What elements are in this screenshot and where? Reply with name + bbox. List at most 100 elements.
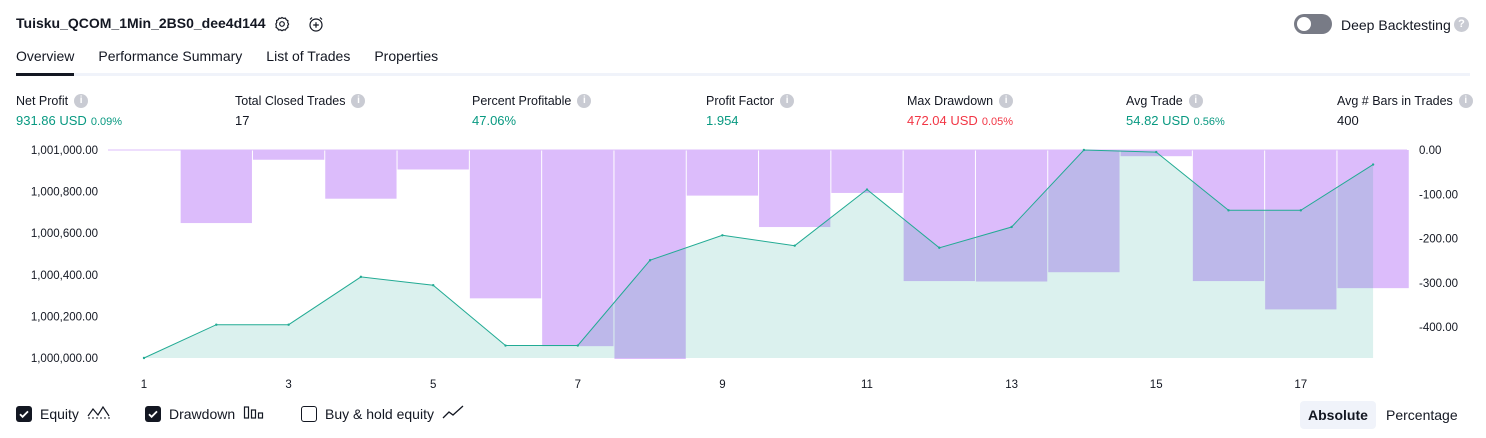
- equity-point: [1227, 209, 1230, 212]
- info-icon[interactable]: i: [351, 94, 366, 108]
- drawdown-bar: [397, 150, 469, 170]
- equity-point: [1082, 148, 1086, 152]
- info-icon[interactable]: i: [1188, 94, 1203, 108]
- equity-point: [215, 323, 218, 326]
- equity-point: [938, 246, 941, 249]
- metric-value: 931.86 USD: [16, 113, 87, 128]
- metric-net-profit: Net Profit i 931.86 USD 0.09%: [16, 94, 122, 128]
- equity-point: [1010, 225, 1013, 229]
- legend-label: Buy & hold equity: [325, 405, 434, 422]
- buy-hold-checkbox[interactable]: [301, 405, 317, 422]
- right-axis-tick-label: -100.00: [1419, 189, 1458, 201]
- info-icon[interactable]: i: [999, 94, 1014, 108]
- x-axis-tick-label: 15: [1150, 379, 1163, 391]
- report-tabs: Overview Performance Summary List of Tra…: [16, 48, 462, 76]
- metric-label: Profit Factor: [706, 94, 775, 108]
- settings-gear-icon[interactable]: [273, 15, 291, 33]
- x-axis-tick-label: 7: [575, 379, 581, 391]
- equity-point: [1371, 163, 1375, 166]
- equity-point: [793, 244, 796, 247]
- equity-point: [432, 284, 435, 287]
- equity-point: [1155, 150, 1158, 154]
- left-axis-tick-label: 1,001,000.00: [31, 145, 98, 157]
- equity-point: [865, 188, 869, 191]
- metric-percent: 0.09%: [90, 116, 123, 128]
- deep-backtesting-label: Deep Backtesting: [1341, 17, 1451, 33]
- tab-overview[interactable]: Overview: [16, 48, 75, 76]
- equity-point: [142, 356, 146, 360]
- x-axis-tick-label: 13: [1005, 379, 1018, 391]
- absolute-button[interactable]: Absolute: [1300, 401, 1376, 429]
- info-icon[interactable]: i: [74, 94, 89, 108]
- right-axis-tick-label: -200.00: [1419, 234, 1458, 246]
- metric-value: 17: [235, 113, 250, 128]
- legend-equity[interactable]: Equity: [16, 404, 111, 423]
- x-axis-tick-label: 1: [141, 379, 147, 391]
- x-axis-tick-label: 9: [719, 379, 725, 391]
- metric-value: 472.04 USD: [907, 113, 978, 128]
- equity-point: [576, 344, 579, 347]
- drawdown-bar: [686, 150, 759, 196]
- equity-checkbox[interactable]: [16, 405, 32, 422]
- metric-value: 1.954: [706, 113, 739, 128]
- equity-point: [504, 344, 507, 347]
- equity-point: [287, 323, 290, 326]
- x-axis-tick-label: 5: [430, 379, 436, 391]
- equity-drawdown-chart[interactable]: 1,001,000.00 1,000,800.00 1,000,600.00 1,00…: [0, 140, 1486, 395]
- info-icon[interactable]: i: [1458, 94, 1473, 108]
- right-axis-tick-label: -400.00: [1419, 322, 1458, 334]
- drawdown-bar: [469, 150, 542, 299]
- left-axis-tick-label: 1,000,200.00: [31, 311, 98, 323]
- equity-point: [648, 259, 652, 262]
- metric-label: Avg Trade: [1126, 94, 1183, 108]
- deep-backtesting-toggle[interactable]: [1294, 14, 1332, 34]
- metric-label: Net Profit: [16, 94, 69, 108]
- drawdown-bar: [759, 150, 831, 228]
- add-alert-clock-icon[interactable]: [307, 15, 325, 33]
- left-axis-tick-label: 1,000,000.00: [31, 353, 98, 365]
- metric-profit-factor: Profit Factor i 1.954: [706, 94, 795, 128]
- legend-drawdown[interactable]: Drawdown: [145, 404, 265, 423]
- metric-label: Avg # Bars in Trades: [1337, 94, 1453, 108]
- help-icon[interactable]: ?: [1454, 17, 1469, 32]
- metric-max-drawdown: Max Drawdown i 472.04 USD 0.05%: [907, 94, 1014, 128]
- info-icon[interactable]: i: [780, 94, 795, 108]
- right-axis-tick-label: -300.00: [1419, 278, 1458, 290]
- metric-value: 54.82 USD: [1126, 113, 1190, 128]
- left-axis-tick-label: 1,000,600.00: [31, 228, 98, 240]
- legend-label: Drawdown: [169, 405, 236, 422]
- drawdown-bar: [831, 150, 903, 193]
- metric-percent: 0.56%: [1193, 116, 1225, 128]
- metric-label: Percent Profitable: [472, 94, 572, 108]
- legend-label: Equity: [40, 405, 79, 422]
- drawdown-bar: [325, 150, 397, 199]
- left-axis-tick-label: 1,000,400.00: [31, 270, 98, 282]
- equity-line-icon: [87, 404, 111, 423]
- metric-value: 400: [1337, 113, 1359, 128]
- x-axis-tick-label: 11: [861, 379, 873, 391]
- x-axis-tick-label: 3: [285, 379, 291, 391]
- equity-point: [1299, 209, 1303, 212]
- metric-total-closed-trades: Total Closed Trades i 17: [235, 94, 366, 128]
- drawdown-checkbox[interactable]: [145, 405, 161, 422]
- percentage-button[interactable]: Percentage: [1386, 401, 1458, 429]
- equity-point: [721, 234, 724, 237]
- legend-buy-hold-equity[interactable]: Buy & hold equity: [301, 404, 466, 423]
- drawdown-bar: [252, 150, 325, 160]
- metric-percent: 0.05%: [981, 116, 1014, 128]
- metric-label: Max Drawdown: [907, 94, 994, 108]
- right-axis-tick-label: 0.00: [1419, 145, 1441, 157]
- equity-point: [359, 275, 363, 279]
- strategy-title: Tuisku_QCOM_1Min_2BS0_dee4d144: [16, 15, 266, 31]
- buy-hold-line-icon: [442, 404, 466, 423]
- left-axis-tick-label: 1,000,800.00: [31, 187, 98, 199]
- tab-performance-summary[interactable]: Performance Summary: [98, 48, 242, 76]
- x-axis-tick-label: 17: [1294, 379, 1307, 391]
- metric-avg-bars-in-trades: Avg # Bars in Trades i 400: [1337, 94, 1473, 128]
- metric-label: Total Closed Trades: [235, 94, 346, 108]
- toggle-knob: [1297, 17, 1311, 31]
- tab-list-of-trades[interactable]: List of Trades: [266, 48, 350, 76]
- tab-properties[interactable]: Properties: [374, 48, 438, 76]
- metric-value: 47.06%: [472, 113, 517, 128]
- info-icon[interactable]: i: [577, 94, 592, 108]
